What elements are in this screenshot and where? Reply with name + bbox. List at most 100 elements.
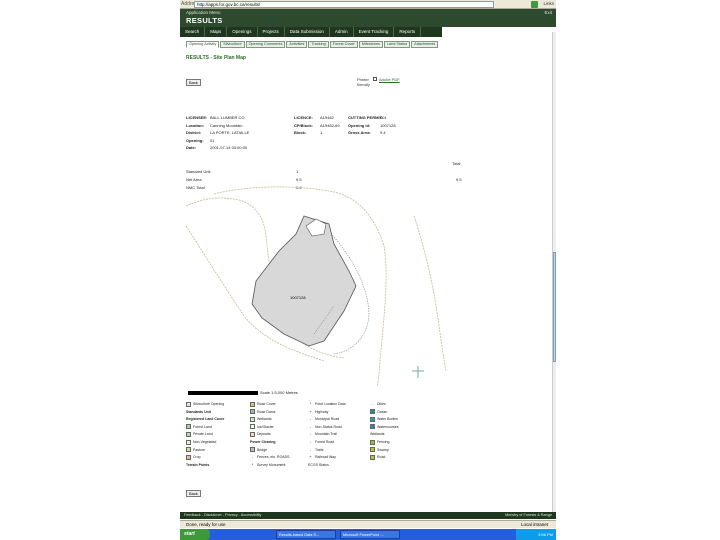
info-row: LICENSEE: BALL LUMBER CO. LICENCE: A19482 CU… xyxy=(186,114,446,122)
legend-swatch xyxy=(370,424,375,430)
main-navigation: Search Maps Openings Projects Data Submissio… xyxy=(180,27,442,37)
stats-col-header: Total xyxy=(452,161,461,166)
legend-swatch xyxy=(370,409,375,415)
legend-label: Deposits xyxy=(257,432,271,437)
printer-friendly-label: Printer friendly xyxy=(357,77,370,87)
legend-label: ECGS Status xyxy=(308,462,329,467)
scale-label: Scale 1:5,000 Metres xyxy=(260,390,298,395)
sub-tab[interactable]: Activities xyxy=(286,41,308,48)
nav-item[interactable]: Openings xyxy=(227,27,258,37)
pdf-icon[interactable] xyxy=(373,77,377,81)
info-value: LA PORTE, LATAILLE xyxy=(210,130,250,135)
legend-swatch xyxy=(186,454,191,460)
sub-tab[interactable]: Tracking xyxy=(308,41,329,48)
nav-item[interactable]: Maps xyxy=(205,27,228,37)
nav-item[interactable]: Event Tracking xyxy=(354,27,395,37)
info-value: 2001-07-14 00:00:00 xyxy=(210,145,248,150)
legend-line: — xyxy=(370,401,375,407)
sub-tab[interactable]: Opening Comments xyxy=(245,41,286,48)
footer-ministry: Ministry of Forests & Range xyxy=(505,513,552,517)
legend-label: Trails xyxy=(315,447,324,452)
legend-label: Swamp xyxy=(377,447,389,452)
sub-tab[interactable]: Forest Cover xyxy=(329,41,358,48)
sub-tab[interactable]: Opening Activity xyxy=(186,41,220,48)
start-button[interactable]: start xyxy=(180,529,210,540)
legend-item: - Trails xyxy=(308,447,324,454)
legend-label: Road Dams xyxy=(257,409,276,414)
legend-item: - Forest Road xyxy=(308,439,334,446)
legend-swatch xyxy=(186,431,191,437)
legend-label: Forest Land xyxy=(193,424,212,429)
legend-item: Registered Land Cover xyxy=(186,416,224,423)
app-menu-link[interactable]: Application Menu xyxy=(186,10,221,15)
vertical-scrollbar[interactable] xyxy=(552,32,556,512)
exit-link[interactable]: Exit xyxy=(544,10,552,15)
info-value: BALL LUMBER CO. xyxy=(210,115,246,120)
legend-item: Water Bodies xyxy=(370,416,398,423)
taskbar-item-browser[interactable]: Results-based Data S... xyxy=(276,530,336,539)
info-value: 9.4 xyxy=(380,130,386,135)
legend-label: Non-Vegetated xyxy=(193,440,217,444)
url-input[interactable]: http://apps.for.gov.bc.ca/results/ xyxy=(194,1,494,8)
legend-item: Power Clearing xyxy=(250,439,275,446)
legend-swatch xyxy=(370,416,375,422)
info-label: LICENCE: xyxy=(294,115,313,120)
legend-swatch xyxy=(186,424,191,430)
opening-info: LICENSEE: BALL LUMBER CO. LICENCE: A19482 CU… xyxy=(186,114,446,152)
info-value: Canning Mountain xyxy=(210,122,243,128)
nav-item[interactable]: Search xyxy=(180,27,206,37)
back-button-top[interactable]: Back xyxy=(186,79,201,86)
legend-symbol: - xyxy=(251,454,254,460)
legend-swatch xyxy=(370,447,375,453)
legend-swatch xyxy=(370,439,375,445)
nav-item[interactable]: Projects xyxy=(258,27,285,37)
print-options: Printer friendly Adobe PDF xyxy=(357,77,400,87)
sub-tab[interactable]: Milestones xyxy=(358,41,383,48)
scrollbar-thumb[interactable] xyxy=(553,252,556,362)
back-button-bottom[interactable]: Back xyxy=(186,490,201,497)
legend-item: Crop xyxy=(186,454,201,461)
legend-symbol: + xyxy=(309,454,312,460)
links-button[interactable]: Links xyxy=(543,0,554,8)
legend-swatch xyxy=(186,447,191,453)
address-bar: Address http://apps.for.gov.bc.ca/result… xyxy=(180,0,556,9)
legend-label: Municipal Road xyxy=(315,417,340,422)
nav-item[interactable]: Admin xyxy=(330,27,354,37)
footer-links[interactable]: Feedback - Disclaimer - Privacy - Access… xyxy=(184,512,261,519)
legend-item: Swamp xyxy=(370,447,389,454)
sub-tab[interactable]: Land Status xyxy=(383,41,411,48)
legend-swatch xyxy=(250,431,255,437)
info-label: LICENSEE: xyxy=(186,115,208,120)
info-label: District: xyxy=(186,130,202,135)
legend-label: Registered Land Cover xyxy=(186,417,225,422)
legend-label: Fencing xyxy=(377,440,390,444)
nav-item[interactable]: Reports xyxy=(394,27,422,37)
legend-label: Ocean xyxy=(377,409,388,414)
pdf-link[interactable]: Adobe PDF xyxy=(379,77,400,82)
clock: 3:56 PM xyxy=(516,529,556,540)
info-label: Block: xyxy=(294,130,307,135)
legend-item: - Fences, etc. ROADS xyxy=(250,454,290,461)
nav-item[interactable]: Data Submission xyxy=(285,27,330,37)
info-row: District: LA PORTE, LATAILLE Block: 1 Gross … xyxy=(186,129,446,137)
legend-item: Bridge xyxy=(250,447,267,454)
stats-label: Standard Unit xyxy=(186,169,211,174)
status-text: Done, ready for use xyxy=(186,522,226,527)
sub-tab[interactable]: Attachments xyxy=(411,41,439,48)
stats-value: 9.5 xyxy=(456,177,462,182)
legend-swatch xyxy=(250,416,255,422)
sub-tab[interactable]: Silviculture xyxy=(220,41,245,48)
legend-swatch xyxy=(186,401,191,407)
legend-item: + Highway xyxy=(308,409,328,416)
page-title: RESULTS - Site Plan Map xyxy=(186,55,246,61)
go-button[interactable] xyxy=(531,1,538,8)
legend-symbol: + xyxy=(309,408,312,414)
info-label: Location: xyxy=(186,122,204,128)
legend-item: Road Cover xyxy=(250,401,276,408)
taskbar-item-powerpoint[interactable]: Microsoft PowerPoint -... xyxy=(340,530,400,539)
stats-row: Net Area 9.5 9.5 xyxy=(186,176,466,184)
legend-swatch xyxy=(250,409,255,415)
info-label: CP/Block: xyxy=(294,122,313,128)
legend-label: Mountain Trail xyxy=(315,432,337,437)
legend-item: Wetlands xyxy=(250,416,272,423)
